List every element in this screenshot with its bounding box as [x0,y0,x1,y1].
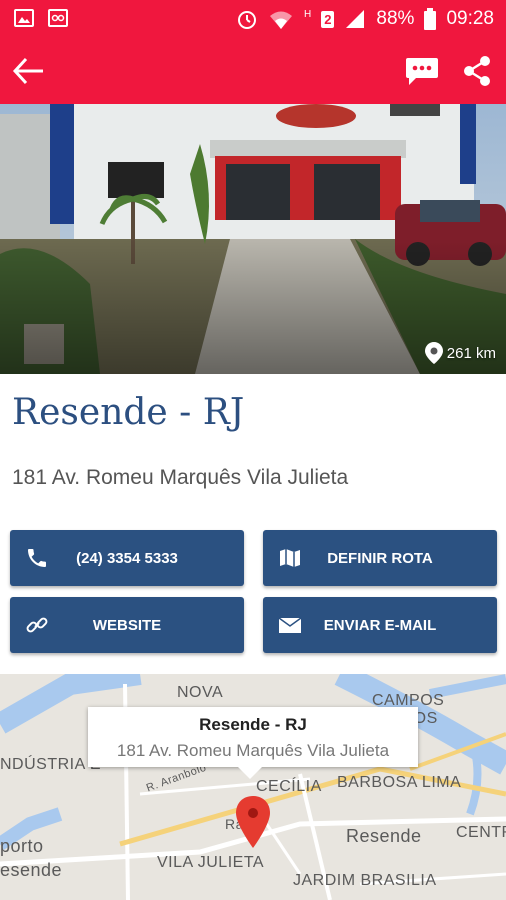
image-notification-icon [14,9,34,27]
map-label-nova: NOVA [177,684,224,701]
share-icon[interactable] [462,54,492,88]
building-photo [0,104,506,374]
place-address: 181 Av. Romeu Marquês Vila Julieta [12,466,349,489]
website-button[interactable]: WEBSITE [10,597,244,653]
info-window-title: Resende - RJ [199,715,307,734]
place-photo: 261 km [0,104,506,374]
clock: 09:28 [446,8,494,29]
battery-percent: 88% [376,8,415,29]
map-label-centro: CENTR [456,824,506,841]
info-window-address: 181 Av. Romeu Marquês Vila Julieta [116,741,390,760]
sim-indicator: 2 [321,10,335,28]
arrow-left-icon[interactable] [12,54,46,88]
map-label-barbosa: BARBOSA LIMA [337,774,462,791]
status-bar: H 2 88% 09:28 [0,0,506,38]
network-type: H [303,8,312,20]
voicemail-notification-icon [48,9,68,27]
phone-icon [28,549,46,567]
link-icon [26,617,48,633]
distance-text: 261 km [446,344,496,362]
map-pin-icon[interactable] [236,796,270,848]
map-info-window[interactable]: Resende - RJ 181 Av. Romeu Marquês Vila … [88,707,418,779]
location-pin-icon [424,342,443,364]
map-label-porto: porto [0,836,44,856]
envelope-icon [278,617,302,633]
route-button[interactable]: DEFINIR ROTA [263,530,497,586]
signal-icon [346,10,365,28]
map-label-resende: Resende [346,826,422,846]
app-bar [0,38,506,104]
wifi-icon [269,11,292,29]
map-label-vila: VILA JULIETA [157,854,265,871]
alarm-icon [237,11,256,29]
place-title: Resende - RJ [12,392,245,433]
chat-bubble-icon[interactable] [404,54,440,88]
map-label-esende: esende [0,860,63,880]
map-label-industria: NDÚSTRIA E [0,756,102,773]
map-label-jardim: JARDIM BRASILIA [293,872,437,889]
map-icon [280,549,300,567]
call-button[interactable]: (24) 3354 5333 [10,530,244,586]
battery-icon [424,8,437,30]
map-label-cecilia: CECÍLIA [256,778,322,795]
distance-badge: 261 km [424,342,496,364]
email-button[interactable]: ENVIAR E-MAIL [263,597,497,653]
